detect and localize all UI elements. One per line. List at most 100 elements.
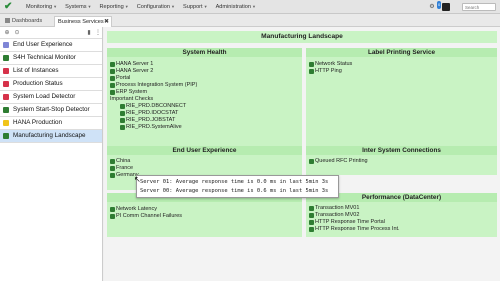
sidebar-item-label: End User Experience bbox=[13, 41, 73, 48]
list-item[interactable]: Queued RFC Printing bbox=[306, 158, 497, 165]
list-item[interactable]: HTTP Response Time Process Int. bbox=[306, 226, 497, 233]
list-item[interactable]: Portal bbox=[107, 75, 302, 82]
menu-monitoring[interactable]: Monitoring▼ bbox=[26, 4, 57, 10]
list-item[interactable]: Transaction MV02 bbox=[306, 212, 497, 219]
sidebar-item-end-user-experience[interactable]: End User Experience bbox=[0, 39, 102, 52]
status-dot bbox=[120, 111, 125, 116]
check-logo-icon[interactable]: ✔ bbox=[4, 2, 14, 12]
status-dot bbox=[309, 220, 314, 225]
menu-label: Systems bbox=[65, 4, 87, 10]
main-menu: Monitoring▼ Systems▼ Reporting▼ Configur… bbox=[26, 0, 264, 14]
status-dot bbox=[110, 159, 115, 164]
top-navigation-bar: ✔ Monitoring▼ Systems▼ Reporting▼ Config… bbox=[0, 0, 500, 14]
tooltip-line: Server 01: Average response time is 0.0 … bbox=[140, 179, 329, 185]
tab-label: Business Services bbox=[58, 19, 104, 25]
chevron-down-icon: ▼ bbox=[53, 4, 58, 9]
chevron-down-icon: ▼ bbox=[171, 4, 175, 9]
list-item[interactable]: RIE_PRD.SystemAlive bbox=[107, 124, 302, 131]
menu-administration[interactable]: Administration▼ bbox=[216, 4, 256, 10]
status-dot bbox=[309, 206, 314, 211]
list-item[interactable]: RIE_PRD.JOBSTAT bbox=[107, 117, 302, 124]
list-item[interactable]: PI Comm Channel Failures bbox=[107, 213, 302, 220]
topbar-right-tools: ⚙ 0 bbox=[428, 0, 500, 14]
list-item[interactable]: Network Status bbox=[306, 61, 497, 68]
performance-datacenter-panel: Performance (DataCenter) Transaction MV0… bbox=[306, 193, 497, 237]
item-label: Transaction MV01 bbox=[315, 205, 360, 211]
status-square bbox=[3, 55, 9, 61]
response-time-tooltip: Server 01: Average response time is 0.0 … bbox=[136, 175, 339, 198]
menu-label: Administration bbox=[215, 4, 252, 10]
status-dot bbox=[110, 83, 115, 88]
dashboard-area: Manufacturing Landscape System Health HA… bbox=[104, 27, 500, 281]
item-label: Transaction MV02 bbox=[315, 212, 360, 218]
menu-reporting[interactable]: Reporting▼ bbox=[100, 4, 129, 10]
list-item[interactable]: HTTP Ping bbox=[306, 68, 497, 75]
list-item[interactable]: RIE_PRD.IDOCSTAT bbox=[107, 110, 302, 117]
list-item[interactable]: China bbox=[107, 158, 302, 165]
sidebar-item-label: System Load Detector bbox=[13, 93, 76, 100]
search-input[interactable] bbox=[462, 3, 496, 11]
sidebar: ⊕ ⊙ ▮ ⋮ End User Experience S4H Technica… bbox=[0, 27, 103, 281]
sidebar-item-system-load-detector[interactable]: System Load Detector bbox=[0, 91, 102, 104]
sidebar-item-hana-production[interactable]: HANA Production bbox=[0, 117, 102, 130]
tab-business-services[interactable]: Business Services ✖ bbox=[54, 16, 112, 27]
list-item[interactable]: France bbox=[107, 165, 302, 172]
item-label: HTTP Ping bbox=[315, 68, 342, 74]
sidebar-item-system-start-stop-detector[interactable]: System Start-Stop Detector bbox=[0, 104, 102, 117]
settings-icon[interactable]: ⊙ bbox=[13, 29, 21, 37]
chevron-down-icon: ▼ bbox=[252, 4, 256, 9]
user-avatar-icon[interactable] bbox=[442, 3, 450, 11]
status-square bbox=[3, 94, 9, 100]
menu-systems[interactable]: Systems▼ bbox=[65, 4, 91, 10]
item-label: Queued RFC Printing bbox=[315, 158, 368, 164]
menu-label: Configuration bbox=[136, 4, 171, 10]
chevron-down-icon: ▼ bbox=[203, 4, 208, 9]
group-label: Important Checks bbox=[110, 96, 154, 102]
list-item[interactable]: HANA Server 1 bbox=[107, 61, 302, 68]
menu-label: Monitoring bbox=[26, 4, 53, 10]
item-label: RIE_PRD.JOBSTAT bbox=[126, 117, 176, 123]
item-label: RIE_PRD.IDOCSTAT bbox=[126, 110, 179, 116]
list-item[interactable]: HTTP Response Time Portal bbox=[306, 219, 497, 226]
delete-icon[interactable]: ▮ bbox=[85, 29, 93, 37]
list-item[interactable]: HANA Server 2 bbox=[107, 68, 302, 75]
inter-system-connections-panel: Inter System Connections Queued RFC Prin… bbox=[306, 146, 497, 175]
sidebar-item-label: S4H Technical Monitor bbox=[13, 54, 76, 61]
status-dot bbox=[120, 118, 125, 123]
tab-label: Dashboards bbox=[12, 18, 43, 24]
add-icon[interactable]: ⊕ bbox=[3, 29, 11, 37]
status-dot bbox=[120, 104, 125, 109]
sidebar-item-manufacturing-landscape[interactable]: Manufacturing Landscape bbox=[0, 130, 102, 143]
panel-title: Inter System Connections bbox=[306, 146, 497, 155]
item-label: HANA Server 2 bbox=[116, 68, 154, 74]
status-dot bbox=[309, 213, 314, 218]
sidebar-item-label: System Start-Stop Detector bbox=[13, 106, 90, 113]
sidebar-item-production-status[interactable]: Production Status bbox=[0, 78, 102, 91]
item-label: Network Latency bbox=[116, 206, 157, 212]
panel-title: Label Printing Service bbox=[306, 48, 497, 57]
list-item[interactable]: Transaction MV01 bbox=[306, 205, 497, 212]
more-icon[interactable]: ⋮ bbox=[94, 29, 102, 37]
chevron-down-icon: ▼ bbox=[87, 4, 92, 9]
menu-support[interactable]: Support▼ bbox=[183, 4, 208, 10]
item-label: HANA Server 1 bbox=[116, 61, 154, 67]
chevron-down-icon: ▼ bbox=[124, 4, 129, 9]
status-square bbox=[3, 81, 9, 87]
list-item[interactable]: ERP System bbox=[107, 89, 302, 96]
menu-configuration[interactable]: Configuration▼ bbox=[137, 4, 175, 10]
bell-icon[interactable]: ⚙ 0 bbox=[428, 1, 442, 11]
status-dot bbox=[110, 69, 115, 74]
sidebar-item-list-of-instances[interactable]: List of Instances bbox=[0, 65, 102, 78]
item-label: ERP System bbox=[116, 89, 148, 95]
status-dot bbox=[110, 207, 115, 212]
sidebar-item-label: Manufacturing Landscape bbox=[13, 132, 86, 139]
list-item[interactable]: Network Latency bbox=[107, 206, 302, 213]
sidebar-item-s4h-technical-monitor[interactable]: S4H Technical Monitor bbox=[0, 52, 102, 65]
tab-dashboards[interactable]: Dashboards bbox=[2, 16, 52, 27]
menu-label: Reporting bbox=[99, 4, 124, 10]
menu-label: Support bbox=[183, 4, 203, 10]
item-label: PI Comm Channel Failures bbox=[116, 213, 183, 219]
mouse-pointer-icon: ↖ bbox=[134, 175, 141, 184]
list-item[interactable]: RIE_PRD.DBCONNECT bbox=[107, 103, 302, 110]
list-item[interactable]: Process Integration System (PIP) bbox=[107, 82, 302, 89]
